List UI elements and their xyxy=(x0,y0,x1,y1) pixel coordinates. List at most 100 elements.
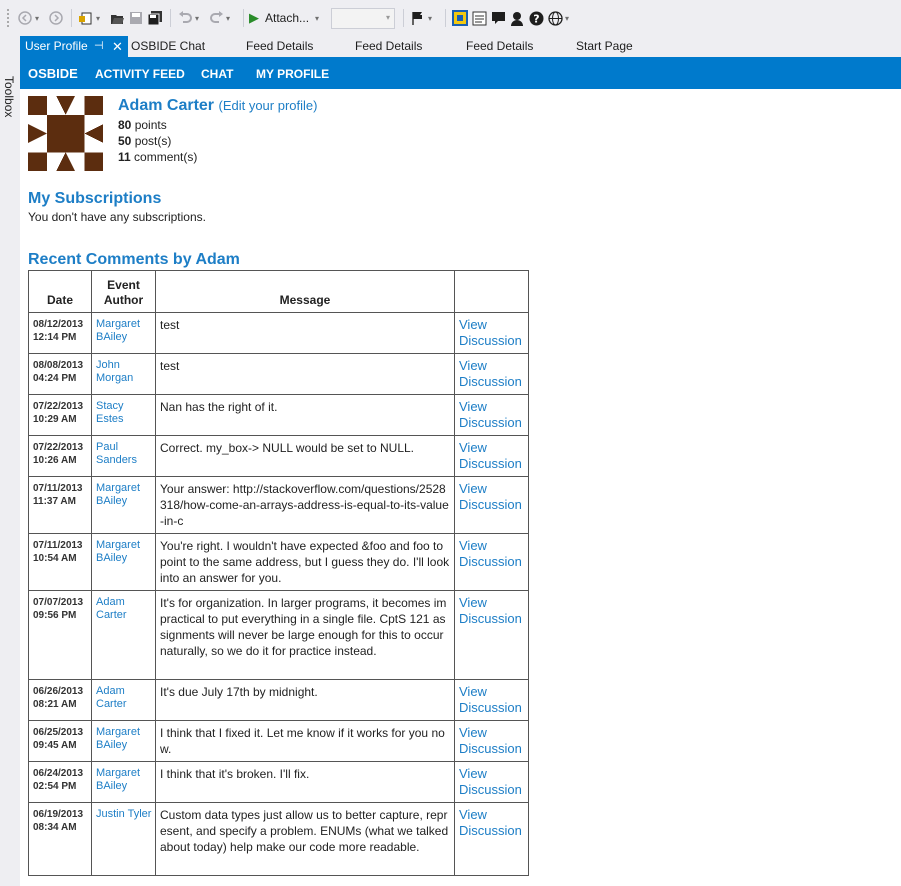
nav-activity-feed[interactable]: ACTIVITY FEED xyxy=(95,67,185,81)
table-row: 08/12/2013 12:14 PM Margaret BAiley test Vie… xyxy=(28,312,529,354)
comment-message: Your answer: http://stackoverflow.com/qu… xyxy=(155,476,455,534)
view-discussion-link-text: View xyxy=(459,358,487,373)
author-link[interactable]: Margaret BAiley xyxy=(96,482,140,507)
view-discussion-link-text: Discussion xyxy=(459,415,522,430)
chevron-down-icon[interactable]: ▾ xyxy=(565,14,573,23)
tab-osbide-chat[interactable]: OSBIDE Chat xyxy=(131,36,205,57)
toolbar-separator xyxy=(71,9,72,27)
view-discussion-link[interactable]: View Discussion xyxy=(459,807,522,838)
author-link[interactable]: Adam Carter xyxy=(96,685,127,710)
save-all-icon[interactable] xyxy=(146,8,164,28)
comment-time: 10:54 AM xyxy=(33,553,77,564)
comments-label: comment(s) xyxy=(134,150,198,164)
chevron-down-icon[interactable]: ▾ xyxy=(35,14,43,23)
activity-feed-icon[interactable] xyxy=(470,8,488,28)
author-link[interactable]: John Morgan xyxy=(96,359,133,384)
comment-date-cell: 07/11/2013 10:54 AM xyxy=(28,533,92,591)
toolbox-panel[interactable]: Toolbox xyxy=(0,36,20,886)
view-discussion-link-text: View xyxy=(459,725,487,740)
view-discussion-link-text: View xyxy=(459,440,487,455)
comment-date-cell: 07/22/2013 10:26 AM xyxy=(28,435,92,477)
edit-profile-link[interactable]: (Edit your profile) xyxy=(218,98,317,113)
forward-icon[interactable] xyxy=(47,8,65,28)
view-discussion-link[interactable]: View Discussion xyxy=(459,399,522,430)
toolbar-separator xyxy=(403,9,405,27)
comment-message: Correct. my_box-> NULL would be set to N… xyxy=(155,435,455,477)
view-discussion-link[interactable]: View Discussion xyxy=(459,440,522,471)
svg-text:?: ? xyxy=(533,12,539,25)
play-icon[interactable]: ▶ xyxy=(249,10,259,26)
posts-stat: 50 post(s) xyxy=(118,134,171,148)
redo-icon[interactable] xyxy=(207,8,225,28)
tab-label: Start Page xyxy=(576,39,633,53)
recent-comments-table: Date Event Author Message 08/12/2013 12:1… xyxy=(28,270,529,876)
attach-button[interactable]: Attach... xyxy=(265,11,309,25)
open-file-icon[interactable] xyxy=(108,8,126,28)
toolbar-separator xyxy=(170,9,171,27)
points-stat: 80 points xyxy=(118,118,167,132)
globe-icon[interactable] xyxy=(546,8,564,28)
toolbox-label[interactable]: Toolbox xyxy=(2,76,16,117)
view-discussion-link[interactable]: View Discussion xyxy=(459,358,522,389)
view-discussion-link[interactable]: View Discussion xyxy=(459,481,522,512)
avatar xyxy=(28,96,103,171)
author-link[interactable]: Margaret BAiley xyxy=(96,767,140,792)
chevron-down-icon[interactable]: ▾ xyxy=(428,14,436,23)
tab-feed-details[interactable]: Feed Details xyxy=(246,36,313,57)
nav-my-profile[interactable]: MY PROFILE xyxy=(256,67,329,81)
help-icon[interactable]: ? xyxy=(527,8,545,28)
tab-start-page[interactable]: Start Page xyxy=(576,36,633,57)
view-discussion-link[interactable]: View Discussion xyxy=(459,725,522,756)
chevron-down-icon[interactable]: ▾ xyxy=(96,14,104,23)
close-icon[interactable]: ✕ xyxy=(112,36,123,57)
view-discussion-link[interactable]: View Discussion xyxy=(459,538,522,569)
osbide-icon[interactable] xyxy=(451,8,469,28)
chevron-down-icon[interactable]: ▾ xyxy=(315,14,323,23)
author-link[interactable]: Stacy Estes xyxy=(96,400,124,425)
back-icon[interactable] xyxy=(16,8,34,28)
view-discussion-link-text: View xyxy=(459,684,487,699)
comment-message: I think that I fixed it. Let me know if … xyxy=(155,720,455,762)
view-discussion-link[interactable]: View Discussion xyxy=(459,595,522,626)
new-project-icon[interactable] xyxy=(77,8,95,28)
chat-icon[interactable] xyxy=(489,8,507,28)
profile-name: Adam Carter (Edit your profile) xyxy=(118,97,317,115)
toolbar-grip[interactable] xyxy=(6,8,10,28)
table-body: 08/12/2013 12:14 PM Margaret BAiley test Vie… xyxy=(28,312,529,876)
view-discussion-link-text: Discussion xyxy=(459,554,522,569)
author-link[interactable]: Margaret BAiley xyxy=(96,318,140,343)
view-discussion-cell: View Discussion xyxy=(454,590,529,680)
comment-message: test xyxy=(155,312,455,354)
brand-link[interactable]: OSBIDE xyxy=(28,66,78,81)
user-profile-icon[interactable] xyxy=(508,8,526,28)
save-icon[interactable] xyxy=(127,8,145,28)
comment-date: 06/19/2013 xyxy=(33,809,84,820)
chevron-down-icon[interactable]: ▾ xyxy=(195,14,203,23)
author-link[interactable]: Adam Carter xyxy=(96,596,127,621)
comment-date: 07/07/2013 xyxy=(33,597,84,608)
view-discussion-link[interactable]: View Discussion xyxy=(459,684,522,715)
comment-time: 09:56 PM xyxy=(33,610,77,621)
flag-icon[interactable] xyxy=(409,8,427,28)
pin-icon[interactable]: ⊣ xyxy=(94,36,104,57)
tab-label: User Profile xyxy=(25,39,88,53)
tab-feed-details[interactable]: Feed Details xyxy=(355,36,422,57)
posts-value: 50 xyxy=(118,134,132,148)
undo-icon[interactable] xyxy=(176,8,194,28)
tab-user-profile[interactable]: User Profile ⊣ ✕ xyxy=(20,36,128,57)
chevron-down-icon[interactable]: ▾ xyxy=(226,14,234,23)
author-link[interactable]: Margaret BAiley xyxy=(96,726,140,751)
tab-feed-details[interactable]: Feed Details xyxy=(466,36,533,57)
comment-message: It's for organization. In larger program… xyxy=(155,590,455,680)
view-discussion-cell: View Discussion xyxy=(454,761,529,803)
solution-config-select[interactable]: ▾ xyxy=(331,7,396,29)
nav-chat[interactable]: CHAT xyxy=(201,67,233,81)
author-link[interactable]: Paul Sanders xyxy=(96,441,137,466)
author-link[interactable]: Justin Tyler xyxy=(96,808,151,820)
view-discussion-link[interactable]: View Discussion xyxy=(459,766,522,797)
author-link[interactable]: Margaret BAiley xyxy=(96,539,140,564)
points-label: points xyxy=(134,118,167,132)
view-discussion-link[interactable]: View Discussion xyxy=(459,317,522,348)
table-row: 06/25/2013 09:45 AM Margaret BAiley I think… xyxy=(28,720,529,762)
comment-date: 06/25/2013 xyxy=(33,727,84,738)
